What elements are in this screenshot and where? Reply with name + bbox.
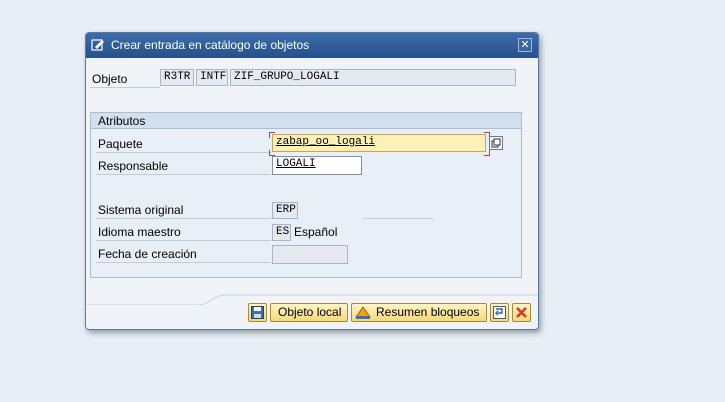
paquete-value: zabap_oo_logali [276,136,376,148]
idioma-maestro-label: Idioma maestro [98,225,181,239]
sistema-original-field: ERP [272,202,298,219]
responsable-label: Responsable [98,159,169,173]
other-object-button[interactable] [490,303,509,322]
atributos-group-title: Atributos [98,114,146,128]
create-catalog-entry-dialog: Crear entrada en catálogo de objetos ✕ O… [85,32,539,330]
save-icon [251,306,264,319]
dialog-titlebar: Crear entrada en catálogo de objetos ✕ [86,33,538,58]
save-button[interactable] [248,303,267,322]
responsable-input[interactable]: LOGALI [272,156,362,175]
paquete-input[interactable]: zabap_oo_logali [272,134,486,152]
objeto-local-button[interactable]: Objeto local [270,303,348,322]
dialog-title: Crear entrada en catálogo de objetos [111,38,310,52]
objeto-name-field: ZIF_GRUPO_LOGALI [230,69,516,86]
idioma-maestro-text: Español [294,225,338,239]
close-button[interactable]: ✕ [518,38,532,52]
objeto-label: Objeto [92,72,128,86]
atributos-group-header: Atributos [91,113,521,129]
fecha-creacion-field [272,245,348,264]
idioma-maestro-field: ES [272,224,291,241]
toolbar-separator [86,294,538,305]
objeto-local-label: Objeto local [278,305,342,319]
objeto-type-field: INTF [196,69,228,86]
sistema-original-extra-line [363,218,433,219]
paquete-underline [96,152,271,153]
fecha-creacion-underline [96,262,271,263]
required-corner-br [484,150,490,156]
fecha-creacion-label: Fecha de creación [98,247,197,261]
cancel-icon [516,307,527,318]
edit-entry-icon [91,39,104,51]
resumen-bloqueos-button[interactable]: Resumen bloqueos [351,303,487,322]
sistema-original-label: Sistema original [98,203,184,217]
atributos-group: Atributos Paquete zabap_oo_logali Respon… [90,112,522,278]
objeto-pgmid-field: R3TR [160,69,194,86]
idioma-maestro-underline [96,240,271,241]
paquete-label: Paquete [98,137,143,151]
sistema-original-underline [96,218,271,219]
responsable-underline [96,174,271,175]
search-help-icon[interactable] [489,136,503,150]
cancel-button[interactable] [512,303,531,322]
resumen-bloqueos-label: Resumen bloqueos [376,305,480,319]
responsable-value: LOGALI [276,158,316,170]
hat-icon [355,306,371,319]
objeto-underline [90,87,160,88]
other-object-icon [493,306,506,319]
required-corner-tl [269,132,275,138]
